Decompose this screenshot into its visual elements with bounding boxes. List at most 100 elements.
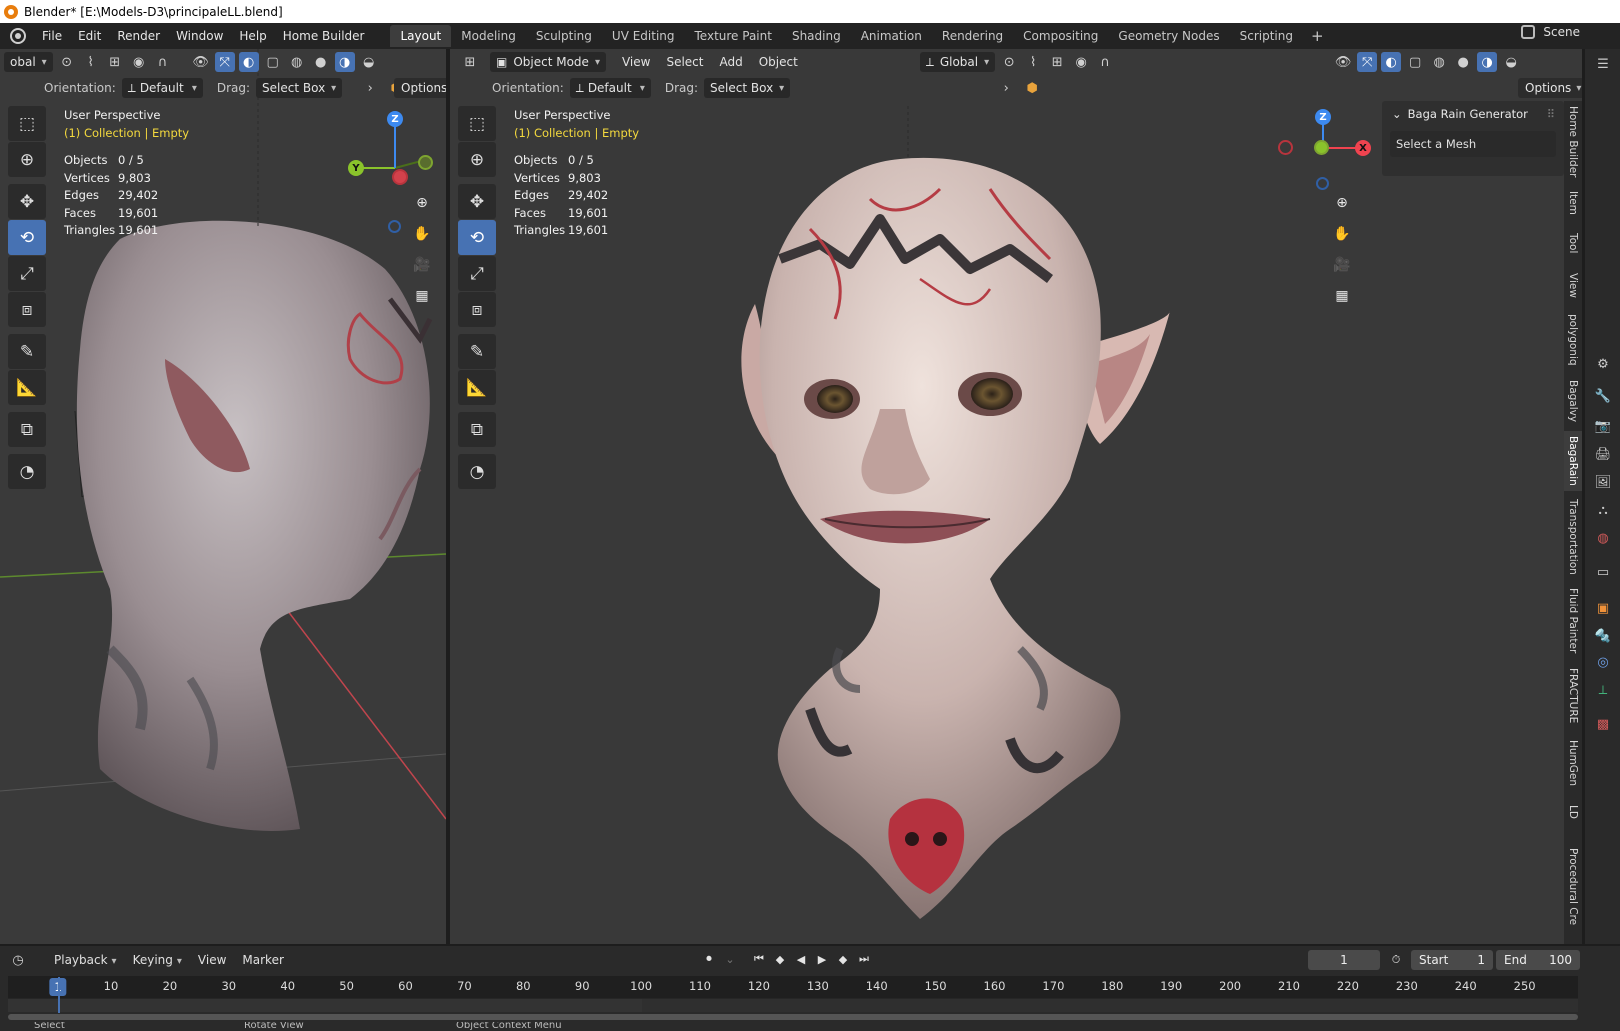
menu-view[interactable]: View — [192, 953, 232, 967]
grid-perspective-icon[interactable]: ▦ — [410, 284, 434, 308]
left-navigation-gizmo[interactable]: Z Y — [348, 109, 440, 233]
xray-icon[interactable]: ▢ — [1405, 52, 1425, 72]
sidebar-tab-fracture[interactable]: FRACTURE — [1564, 663, 1582, 729]
viewport-left[interactable]: obal ⊙ ⌇ ⊞ ◉ ∩ 👁 ⤧ ◐ ▢ ◍ ● ◑ ◒ Orientati… — [0, 49, 446, 944]
play-icon[interactable]: ▶ — [813, 950, 831, 968]
stopwatch-icon[interactable]: ⏱ — [1387, 951, 1405, 969]
extra-tool[interactable]: ◔ — [8, 454, 46, 489]
editor-type-icon[interactable]: ⊞ — [460, 52, 480, 72]
zoom-icon[interactable]: ⊕ — [410, 191, 434, 215]
world-icon[interactable]: ◍ — [1594, 529, 1612, 547]
material-shading-icon[interactable]: ◑ — [334, 52, 355, 72]
orientation-dropdown[interactable]: ⟂ Default — [121, 78, 203, 98]
sidebar-tab-transportation[interactable]: Transportation — [1564, 495, 1582, 579]
tab-sculpting[interactable]: Sculpting — [526, 25, 602, 47]
falloff-icon[interactable]: ∩ — [153, 52, 173, 72]
drag-dropdown[interactable]: Select Box — [704, 78, 791, 98]
cursor-tool[interactable]: ⊕ — [8, 142, 46, 177]
transform-tool[interactable]: ⧈ — [8, 292, 46, 327]
scale-tool[interactable]: ⤢ — [458, 256, 496, 291]
tab-compositing[interactable]: Compositing — [1013, 25, 1108, 47]
add-cube-tool[interactable]: ⧉ — [458, 412, 496, 447]
scene-selector[interactable]: Scene — [1521, 25, 1580, 39]
modifier-icon[interactable]: 🔩 — [1594, 627, 1612, 645]
move-tool[interactable]: ✥ — [8, 184, 46, 219]
sidebar-tab-view[interactable]: View — [1564, 265, 1582, 305]
annotate-tool[interactable]: ✎ — [458, 334, 496, 369]
menu-object[interactable]: Object — [753, 52, 804, 72]
sidebar-tab-procedural[interactable]: Procedural Cre — [1564, 831, 1582, 943]
pivot-icon[interactable]: ⊙ — [57, 52, 77, 72]
physics-icon[interactable]: ⟂ — [1594, 681, 1612, 699]
collapse-chevron-icon[interactable]: ⌄ — [1392, 107, 1402, 121]
menu-select[interactable]: Select — [660, 52, 709, 72]
select-mesh-field[interactable]: Select a Mesh — [1390, 131, 1556, 157]
tab-geometry-nodes[interactable]: Geometry Nodes — [1108, 25, 1229, 47]
end-frame-field[interactable]: End 100 — [1496, 950, 1580, 970]
menu-view[interactable]: View — [616, 52, 656, 72]
select-box-tool[interactable]: ⬚ — [8, 106, 46, 141]
viewport-right[interactable]: ⊞ ▣ Object Mode View Select Add Object ⟂ G… — [450, 49, 1582, 944]
record-icon[interactable]: ⏺ — [700, 950, 718, 968]
pivot-icon[interactable]: ⊙ — [999, 52, 1019, 72]
play-reverse-icon[interactable]: ◀ — [792, 950, 810, 968]
timeline-scrollbar[interactable] — [8, 1014, 1578, 1020]
grid-perspective-icon[interactable]: ▦ — [1330, 284, 1354, 308]
measure-tool[interactable]: 📐 — [458, 370, 496, 405]
material-shading-icon[interactable]: ◑ — [1477, 52, 1498, 72]
annotate-tool[interactable]: ✎ — [8, 334, 46, 369]
render-icon[interactable]: 📷 — [1594, 417, 1612, 435]
falloff-icon[interactable]: ∩ — [1095, 52, 1115, 72]
zoom-icon[interactable]: ⊕ — [1330, 191, 1354, 215]
panel-header[interactable]: ⌄ Baga Rain Generator ⠿ — [1382, 101, 1564, 127]
gizmo-z-axis[interactable]: Z — [1315, 109, 1331, 125]
gizmo-neg-z-axis[interactable] — [1316, 177, 1329, 190]
right-options-button[interactable]: Options — [1518, 78, 1582, 98]
tab-shading[interactable]: Shading — [782, 25, 851, 47]
menu-marker[interactable]: Marker — [236, 953, 289, 967]
start-frame-field[interactable]: Start 1 — [1411, 950, 1493, 970]
sidebar-tab-humgen[interactable]: HumGen — [1564, 733, 1582, 793]
camera-icon[interactable]: 🎥 — [410, 253, 434, 277]
select-box-tool[interactable]: ⬚ — [458, 106, 496, 141]
menu-file[interactable]: File — [34, 23, 70, 49]
sidebar-tab-bagarain[interactable]: BagaRain — [1564, 431, 1582, 491]
gizmo-x-axis[interactable]: X — [1355, 140, 1371, 156]
menu-render[interactable]: Render — [109, 23, 168, 49]
measure-tool[interactable]: 📐 — [8, 370, 46, 405]
proportional-edit-icon[interactable]: ◉ — [1071, 52, 1091, 72]
tab-scripting[interactable]: Scripting — [1230, 25, 1303, 47]
transform-orientation-dropdown[interactable]: ⟂ Global — [919, 52, 996, 72]
drag-dropdown[interactable]: Select Box — [256, 78, 343, 98]
particles-icon[interactable]: ◎ — [1594, 653, 1612, 671]
overlay-toggle-icon[interactable]: ◐ — [238, 52, 259, 72]
transform-tool[interactable]: ⧈ — [458, 292, 496, 327]
drag-grip-icon[interactable]: ⠿ — [1547, 107, 1556, 121]
visibility-icon[interactable]: 👁 — [191, 52, 211, 72]
sidebar-tab-tool[interactable]: Tool — [1564, 225, 1582, 261]
collection-icon[interactable]: ▭ — [1594, 563, 1612, 581]
menu-window[interactable]: Window — [168, 23, 231, 49]
tab-animation[interactable]: Animation — [851, 25, 932, 47]
tab-rendering[interactable]: Rendering — [932, 25, 1013, 47]
object-icon[interactable]: ▣ — [1594, 599, 1612, 617]
mode-dropdown[interactable]: ▣ Object Mode — [490, 52, 606, 72]
rendered-shading-icon[interactable]: ◒ — [1501, 52, 1521, 72]
wireframe-shading-icon[interactable]: ◍ — [1429, 52, 1449, 72]
gizmo-x-axis[interactable] — [392, 169, 408, 185]
menu-playback[interactable]: Playback — [48, 953, 123, 967]
transform-orientation-dropdown[interactable]: obal — [4, 52, 53, 72]
left-options-button[interactable]: Options — [394, 78, 446, 98]
menu-help[interactable]: Help — [231, 23, 274, 49]
prev-keyframe-icon[interactable]: ◆ — [771, 950, 789, 968]
scale-tool[interactable]: ⤢ — [8, 256, 46, 291]
solid-shading-icon[interactable]: ● — [1453, 52, 1473, 72]
jump-end-icon[interactable]: ⏭ — [855, 950, 873, 968]
editor-type-icon[interactable]: ◷ — [8, 950, 28, 970]
gizmo-toggle-icon[interactable]: ⤧ — [214, 52, 235, 72]
gizmo-neg-x-axis[interactable] — [1278, 140, 1293, 155]
tab-uv-editing[interactable]: UV Editing — [602, 25, 685, 47]
menu-edit[interactable]: Edit — [70, 23, 109, 49]
next-keyframe-icon[interactable]: ◆ — [834, 950, 852, 968]
snap-target-icon[interactable]: ⊞ — [105, 52, 125, 72]
